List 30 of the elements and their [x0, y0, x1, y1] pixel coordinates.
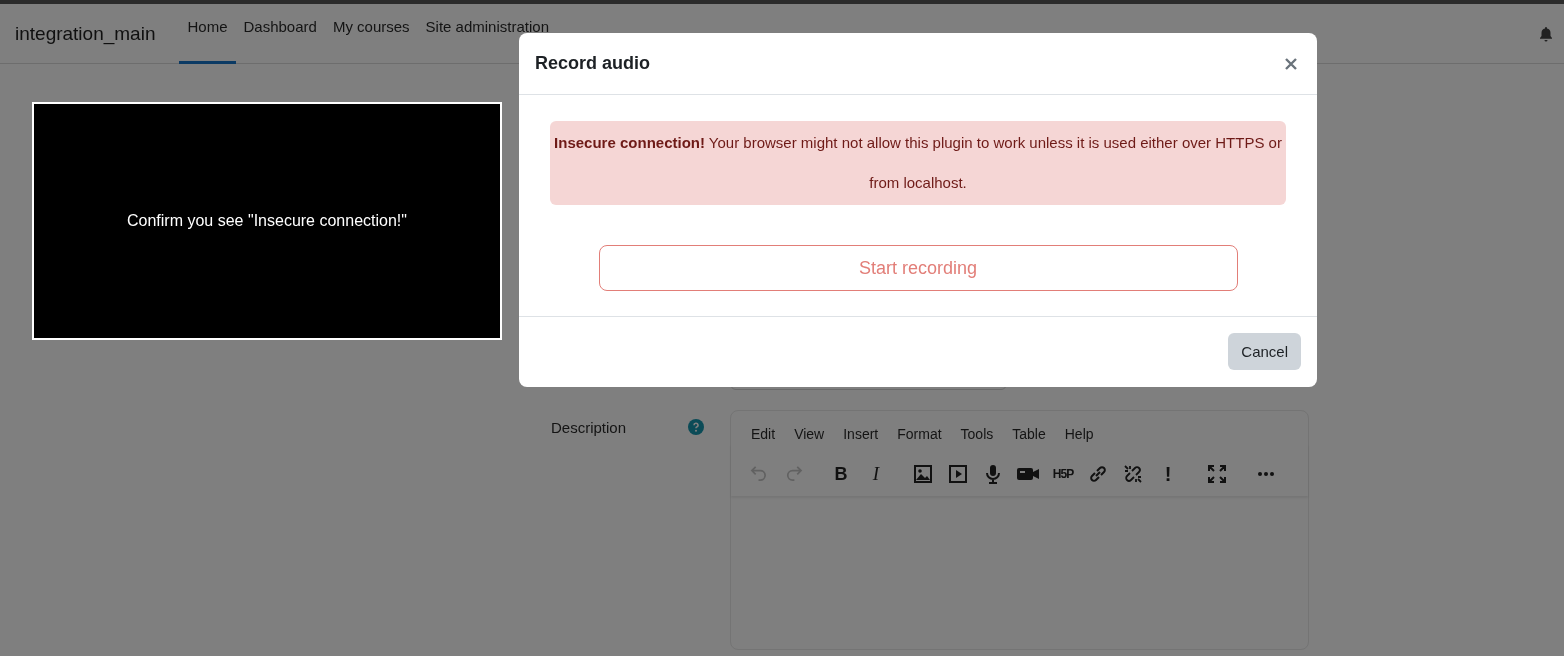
play-icon[interactable]: [947, 463, 969, 485]
bold-button[interactable]: B: [827, 460, 855, 488]
help-icon[interactable]: [688, 419, 704, 435]
cancel-button[interactable]: Cancel: [1228, 333, 1301, 370]
menu-item[interactable]: View: [784, 424, 834, 444]
unlink-icon[interactable]: [1122, 463, 1144, 485]
start-recording-button[interactable]: Start recording: [598, 245, 1238, 291]
notification-bell-icon[interactable]: [1538, 25, 1554, 42]
menu-item[interactable]: Tools: [950, 424, 1003, 444]
nav-tab[interactable]: My courses: [324, 4, 418, 64]
link-icon[interactable]: [1087, 463, 1109, 485]
warning-alert: Insecure connection! Your browser might not allow this plugin to work unless it is used either over HTTPS or from localhost.: [550, 121, 1286, 205]
instruction-text: Confirm you see "Insecure connection!": [127, 212, 407, 230]
menu-item[interactable]: Help: [1054, 424, 1103, 444]
site-name: integration_main: [15, 22, 156, 45]
dialog-title: Record audio: [535, 53, 651, 74]
menu-item[interactable]: Insert: [833, 424, 888, 444]
menu-item[interactable]: Table: [1002, 424, 1055, 444]
menu-item[interactable]: Format: [887, 424, 951, 444]
fullscreen-icon[interactable]: [1206, 463, 1228, 485]
nav-tab[interactable]: Home: [179, 4, 236, 64]
image-icon[interactable]: [912, 463, 934, 485]
text-editor[interactable]: Edit View Insert Format Tools Table Help B I H5P !: [730, 410, 1309, 650]
h5p-button[interactable]: H5P: [1049, 460, 1077, 488]
field-label: Description: [551, 418, 628, 438]
exclamation-button[interactable]: !: [1154, 460, 1182, 488]
close-icon[interactable]: [1285, 57, 1297, 70]
nav-tab[interactable]: Dashboard: [235, 4, 325, 64]
menu-item[interactable]: Edit: [741, 424, 785, 444]
italic-button[interactable]: I: [862, 460, 890, 488]
